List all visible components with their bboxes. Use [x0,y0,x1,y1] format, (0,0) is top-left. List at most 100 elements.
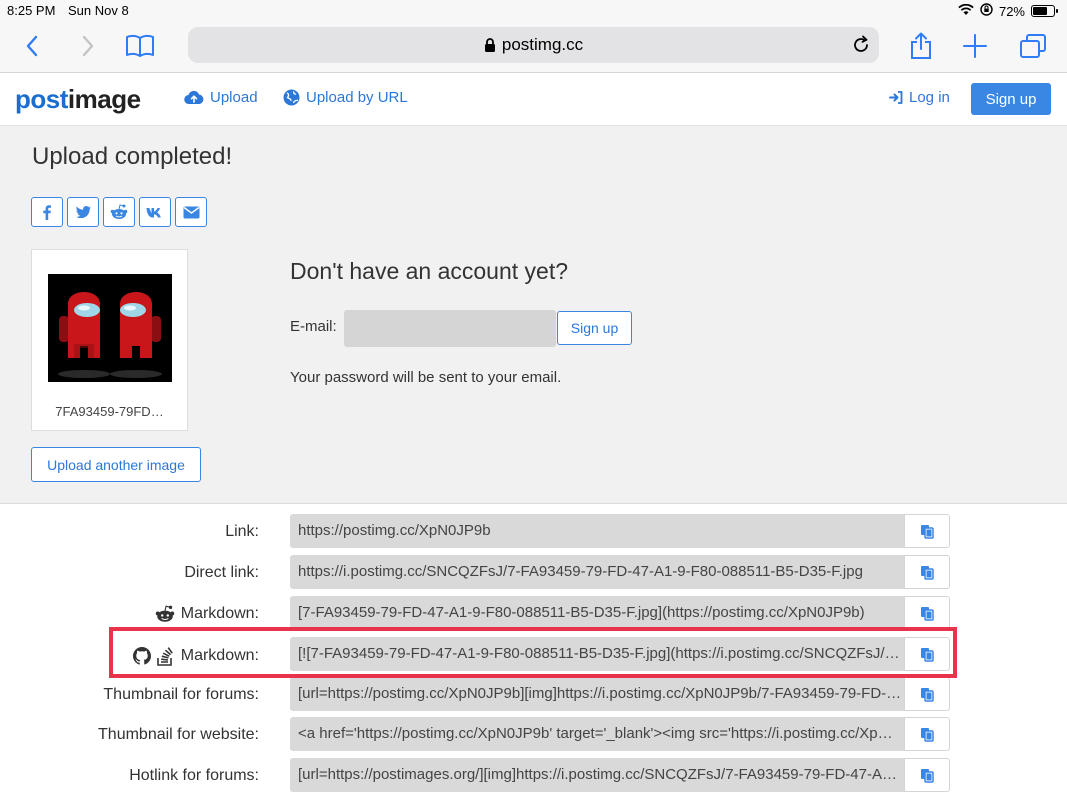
lock-icon [484,37,496,53]
row-label-text: Direct link: [184,564,259,581]
row-label-text: Link: [225,523,259,540]
copy-button[interactable] [904,555,950,589]
thumbnail-forums-row: Thumbnail for forums: [url=https://posti… [0,677,1067,711]
row-label-text: Hotlink for forums: [129,767,259,784]
login-label: Log in [909,89,950,106]
vk-icon [146,207,161,217]
markdown-github-row-label: Markdown: [132,646,259,666]
orientation-lock-icon [980,3,993,19]
status-date: Sun Nov 8 [68,3,129,18]
email-label: E-mail: [290,318,337,335]
upload-link[interactable]: Upload [184,89,258,106]
direct-link-field[interactable]: https://i.postimg.cc/SNCQZFsJ/7-FA93459-… [290,555,910,589]
direct-link-row: Direct link: https://i.postimg.cc/SNCQZF… [0,555,1067,589]
share-button[interactable] [905,30,937,62]
share-buttons [31,197,207,227]
markdown-github-field[interactable]: [![7-FA93459-79-FD-47-A1-9-F80-088511-B5… [290,637,910,671]
browser-toolbar: postimg.cc [0,22,1067,73]
upload-by-url-link[interactable]: Upload by URL [283,89,408,106]
battery-icon [1031,5,1058,17]
stackoverflow-icon [156,647,173,666]
thumbnail-website-row: Thumbnail for website: <a href='https://… [0,717,1067,751]
login-link[interactable]: Log in [889,89,950,106]
back-button[interactable] [16,30,48,62]
chevron-right-icon [82,35,94,57]
status-time: 8:25 PM [7,3,56,18]
copy-button[interactable] [904,514,950,548]
upload-another-button[interactable]: Upload another image [31,447,201,482]
upload-link-label: Upload [210,89,258,106]
reddit-icon [110,204,128,219]
uploaded-image-thumbnail[interactable] [48,274,172,382]
email-icon [183,206,199,218]
copy-icon [921,606,934,621]
copy-button[interactable] [904,596,950,630]
share-twitter-button[interactable] [67,197,99,227]
reddit-icon [155,605,174,622]
row-label-text: Thumbnail for website: [98,726,259,743]
markdown-reddit-row-label: Markdown: [155,605,259,623]
globe-icon [283,89,300,106]
new-tab-button[interactable] [959,30,991,62]
markdown-github-row: Markdown: [![7-FA93459-79-FD-47-A1-9-F80… [0,637,1067,671]
thumbnail-forums-row-label: Thumbnail for forums: [103,686,259,704]
page-title: Upload completed! [32,143,233,170]
link-row: Link: https://postimg.cc/XpN0JP9b [0,514,1067,548]
logo-part-image: image [67,84,141,114]
wifi-icon [958,3,974,19]
email-input[interactable] [344,310,556,347]
link-row-label: Link: [225,523,259,541]
copy-button[interactable] [904,637,950,671]
forward-button[interactable] [72,30,104,62]
tabs-button[interactable] [1017,30,1049,62]
among-us-characters-image [48,274,172,382]
github-icon [132,647,151,665]
account-heading: Don't have an account yet? [290,258,569,284]
thumbnail-forums-field[interactable]: [url=https://postimg.cc/XpN0JP9b][img]ht… [290,677,910,711]
twitter-icon [75,206,91,218]
bookmarks-button[interactable] [124,30,156,62]
share-vk-button[interactable] [139,197,171,227]
row-label-text: Thumbnail for forums: [103,686,259,703]
copy-icon [921,687,934,702]
facebook-icon [43,204,51,220]
copy-button[interactable] [904,758,950,792]
hotlink-forums-row: Hotlink for forums: [url=https://postima… [0,758,1067,792]
copy-button[interactable] [904,677,950,711]
status-right: 72% [958,3,1058,19]
chevron-left-icon [26,35,38,57]
book-icon [126,34,154,57]
hotlink-forums-field[interactable]: [url=https://postimages.org/][img]https:… [290,758,910,792]
thumbnail-website-field[interactable]: <a href='https://postimg.cc/XpN0JP9b' ta… [290,717,910,751]
reload-icon[interactable] [851,35,871,55]
thumbnail-website-row-label: Thumbnail for website: [98,726,259,744]
copy-icon [921,647,934,662]
site-header: postimage Upload Upload by URL Log in Si… [0,73,1067,126]
share-email-button[interactable] [175,197,207,227]
hotlink-forums-row-label: Hotlink for forums: [129,767,259,785]
link-field[interactable]: https://postimg.cc/XpN0JP9b [290,514,910,548]
upload-result-panel: Upload completed! 7FA93459-79FD… Upload … [0,126,1067,504]
uploaded-image-card: 7FA93459-79FD… [31,249,188,431]
header-signup-button[interactable]: Sign up [971,83,1051,115]
row-label-text: Markdown: [180,605,259,622]
postimage-logo[interactable]: postimage [15,84,141,115]
status-bar: 8:25 PM Sun Nov 8 72% [0,0,1067,22]
row-label-text: Markdown: [180,647,259,664]
address-bar[interactable]: postimg.cc [188,27,879,63]
image-filename: 7FA93459-79FD… [55,404,164,419]
markdown-reddit-field[interactable]: [7-FA93459-79-FD-47-A1-9-F80-088511-B5-D… [290,596,910,630]
battery-percent: 72% [998,3,1025,19]
copy-icon [921,768,934,783]
logo-part-post: post [15,84,68,114]
copy-button[interactable] [904,717,950,751]
tabs-icon [1020,34,1046,58]
address-text: postimg.cc [501,35,584,54]
copy-icon [921,727,934,742]
email-signup-button[interactable]: Sign up [557,311,632,345]
upload-by-url-label: Upload by URL [306,89,408,106]
share-reddit-button[interactable] [103,197,135,227]
share-facebook-button[interactable] [31,197,63,227]
cloud-upload-icon [184,90,204,105]
sign-in-icon [889,91,903,104]
